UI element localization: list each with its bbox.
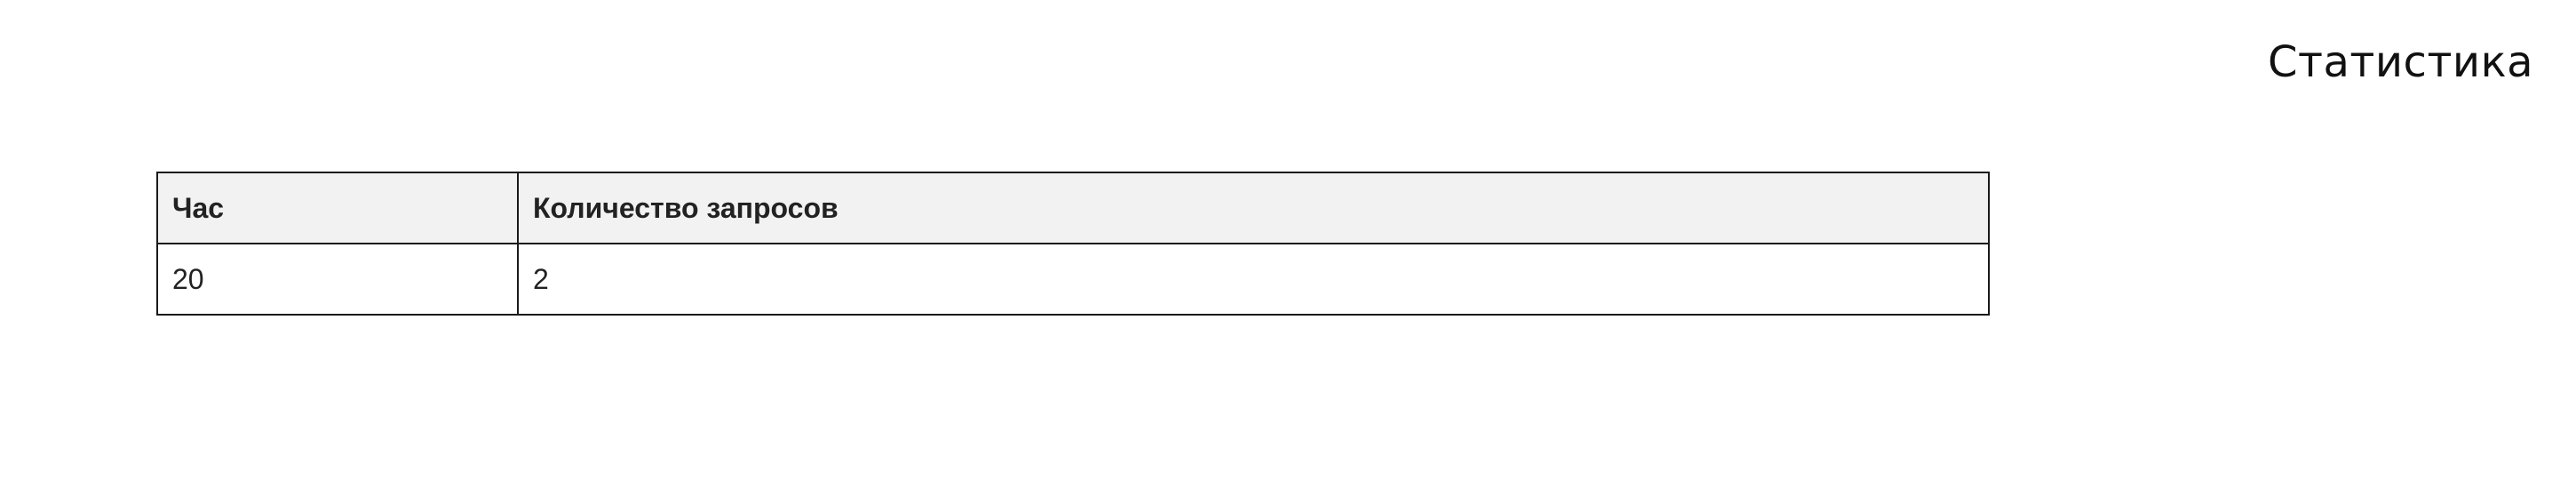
page-title: Статистика [2268,37,2533,87]
table-header-row: Час Количество запросов [156,172,1990,244]
cell-request-count: 2 [517,243,1990,316]
cell-hour: 20 [156,243,519,316]
column-header-request-count: Количество запросов [517,172,1990,244]
column-header-hour: Час [156,172,519,244]
table-row: 20 2 [156,243,1990,316]
statistics-table: Час Количество запросов 20 2 [156,172,1990,316]
